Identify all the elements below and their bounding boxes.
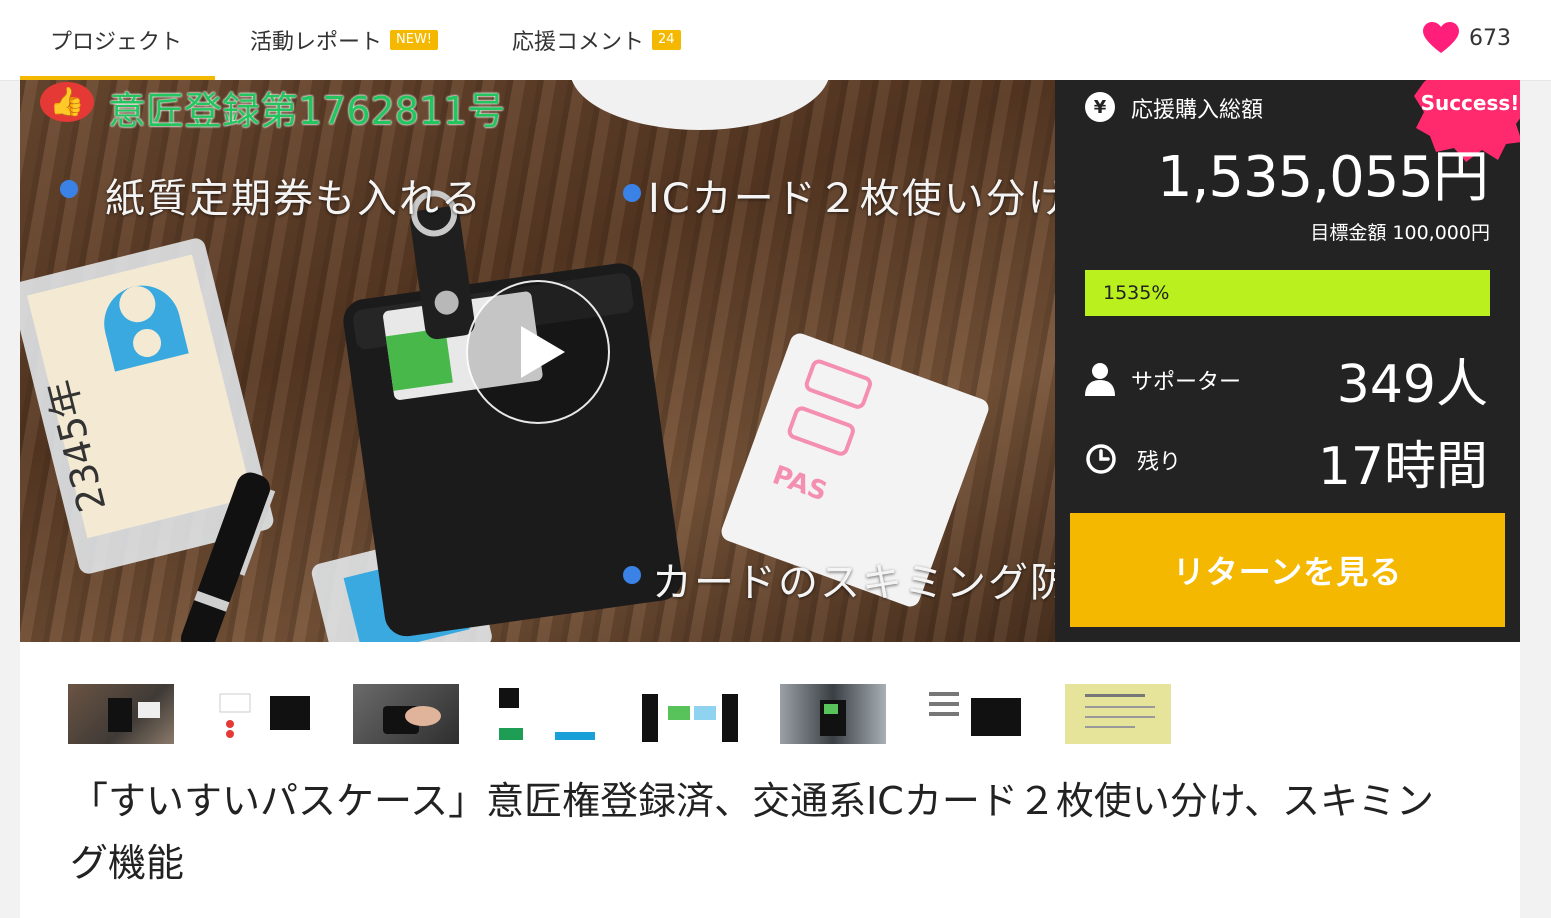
total-amount: 1,535,055円 — [1156, 145, 1489, 210]
remaining-value: 17時間 — [1317, 437, 1488, 497]
gallery-thumbnail[interactable] — [353, 684, 459, 744]
project-title: 「すいすいパスケース」意匠権登録済、交通系ICカード２枚使い分け、スキミング機能 — [70, 779, 1434, 885]
tab-support-comments-label: 応援コメント — [512, 30, 645, 55]
thumbnail-image — [1085, 694, 1155, 728]
progress-percent: 1535% — [1103, 282, 1170, 304]
thumbs-up-icon: 👍 — [40, 82, 94, 122]
gallery-thumbnail[interactable] — [638, 684, 744, 744]
yen-icon: ¥ — [1085, 92, 1115, 122]
progress-bar: 1535% — [1085, 270, 1490, 316]
thumbnail-image — [929, 692, 1021, 736]
thumbnail-image — [108, 698, 160, 732]
thumbnail-image — [499, 688, 595, 740]
like-count: 673 — [1469, 25, 1511, 51]
design-registration-text: 意匠登録第1762811号 — [108, 89, 506, 133]
gallery-thumbnail[interactable] — [495, 684, 601, 744]
thumbnail-image — [383, 706, 441, 734]
like-button[interactable]: 673 — [1423, 0, 1511, 76]
funding-stats-panel: Success! ¥ 応援購入総額 1,535,055円 目標金額 100,00… — [1055, 80, 1520, 642]
top-nav: プロジェクト 活動レポート NEW! 応援コメント 24 673 — [0, 0, 1551, 81]
success-badge-text: Success! — [1421, 91, 1520, 115]
gallery-thumbnail[interactable] — [780, 684, 886, 744]
comment-count-badge: 24 — [652, 30, 681, 50]
feature-skimming: カードのスキミング防止 — [652, 560, 1055, 606]
project-details: 「すいすいパスケース」意匠権登録済、交通系ICカード２枚使い分け、スキミング機能 — [20, 642, 1520, 918]
tab-activity-report[interactable]: 活動レポート NEW! — [250, 0, 439, 80]
clock-icon — [1086, 444, 1116, 474]
bullet-dot-icon — [623, 184, 641, 202]
thumbnail-image — [219, 693, 310, 738]
gallery-thumbnail[interactable] — [1065, 684, 1171, 744]
tab-project-label: プロジェクト — [50, 30, 183, 55]
feature-two-cards: ICカード２枚使い分け — [648, 176, 1055, 222]
project-hero-video[interactable]: 2345年 PAS 👍 意匠登録第1762811号 紙質定期券も入れる ICカー… — [20, 80, 1055, 642]
tab-activity-report-label: 活動レポート — [250, 30, 383, 55]
play-button[interactable] — [466, 280, 610, 424]
user-icon — [1085, 363, 1115, 396]
feature-paper-pass: 紙質定期券も入れる — [105, 176, 483, 222]
thumbnail-image — [820, 700, 846, 736]
goal-amount: 目標金額 100,000円 — [1310, 222, 1490, 244]
supporters-value: 349人 — [1336, 355, 1488, 415]
gallery-thumbnail[interactable] — [923, 684, 1029, 744]
new-badge: NEW! — [390, 30, 439, 50]
bullet-dot-icon — [623, 566, 641, 584]
thumbnail-image — [642, 694, 738, 742]
view-returns-button[interactable]: リターンを見る — [1070, 513, 1505, 627]
heart-icon — [1423, 22, 1459, 53]
bullet-dot-icon — [60, 180, 78, 198]
tab-project[interactable]: プロジェクト — [50, 0, 182, 80]
supporters-label: サポーター — [1131, 370, 1242, 395]
gallery-thumbnail[interactable] — [68, 684, 174, 744]
play-icon — [521, 326, 565, 378]
remaining-label: 残り — [1137, 450, 1182, 475]
tab-support-comments[interactable]: 応援コメント 24 — [512, 0, 681, 80]
gallery-thumbnail[interactable] — [210, 684, 316, 744]
total-label: 応援購入総額 — [1131, 98, 1264, 123]
